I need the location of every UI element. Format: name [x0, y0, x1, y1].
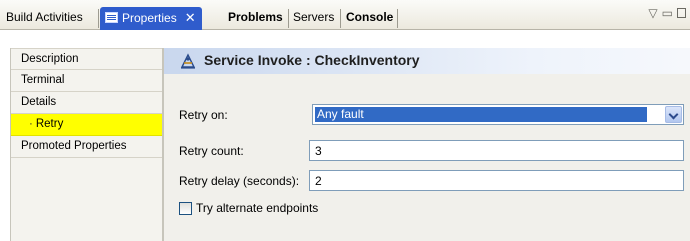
tab-separator: [98, 9, 99, 28]
try-alternate-endpoints-checkbox[interactable]: [179, 202, 192, 215]
tab-console[interactable]: Console: [342, 7, 397, 30]
nav-item-details[interactable]: Details: [11, 92, 162, 114]
try-alternate-endpoints-label: Try alternate endpoints: [196, 201, 319, 215]
tab-properties[interactable]: Properties ✕: [100, 7, 202, 30]
minimize-icon[interactable]: ▭: [662, 6, 677, 20]
tab-label: Console: [346, 10, 394, 24]
nav-item-promoted-properties[interactable]: Promoted Properties: [11, 136, 162, 158]
nav-item-label: Promoted Properties: [21, 140, 127, 152]
retry-on-select[interactable]: Any fault: [312, 104, 684, 125]
retry-count-label: Retry count:: [179, 144, 244, 158]
close-icon[interactable]: ✕: [185, 7, 196, 28]
retry-on-label: Retry on:: [179, 108, 228, 122]
nav-item-description[interactable]: Description: [11, 48, 162, 70]
nav-item-terminal[interactable]: Terminal: [11, 70, 162, 92]
page-title: Service Invoke : CheckInventory: [204, 52, 420, 68]
tab-build-activities[interactable]: Build Activities: [2, 7, 87, 30]
bullet-icon: ·: [29, 118, 33, 130]
tab-label: Build Activities: [6, 10, 83, 24]
nav-item-label: Retry: [35, 118, 64, 130]
view-tab-bar: Build Activities Properties ✕ Problems Se…: [0, 0, 690, 30]
retry-delay-field[interactable]: [309, 170, 684, 191]
service-invoke-icon: [180, 53, 196, 69]
tab-separator: [397, 9, 398, 28]
tab-label: Properties: [122, 11, 177, 25]
retry-details-panel: Service Invoke : CheckInventory Retry on…: [163, 48, 690, 241]
tab-label: Servers: [293, 10, 335, 24]
retry-delay-label: Retry delay (seconds):: [179, 174, 300, 188]
tab-problems[interactable]: Problems: [224, 7, 287, 30]
view-menu-icon[interactable]: ▽: [648, 6, 661, 20]
retry-count-field[interactable]: [309, 140, 684, 161]
view-controls: ▽▭: [648, 6, 686, 22]
retry-on-value: Any fault: [315, 107, 647, 122]
chevron-down-icon[interactable]: [665, 106, 682, 123]
tab-servers[interactable]: Servers: [289, 7, 338, 30]
nav-item-label: Details: [21, 96, 57, 108]
nav-item-label: Terminal: [21, 74, 65, 86]
properties-nav: Description Terminal Details · Retry Prom…: [10, 48, 163, 241]
properties-icon: [105, 12, 118, 23]
maximize-icon[interactable]: [677, 8, 686, 18]
nav-item-retry[interactable]: · Retry: [11, 114, 162, 136]
tab-separator: [340, 9, 341, 28]
nav-item-label: Description: [21, 53, 79, 65]
panel-header: Service Invoke : CheckInventory: [164, 48, 690, 74]
tab-label: Problems: [228, 10, 283, 24]
